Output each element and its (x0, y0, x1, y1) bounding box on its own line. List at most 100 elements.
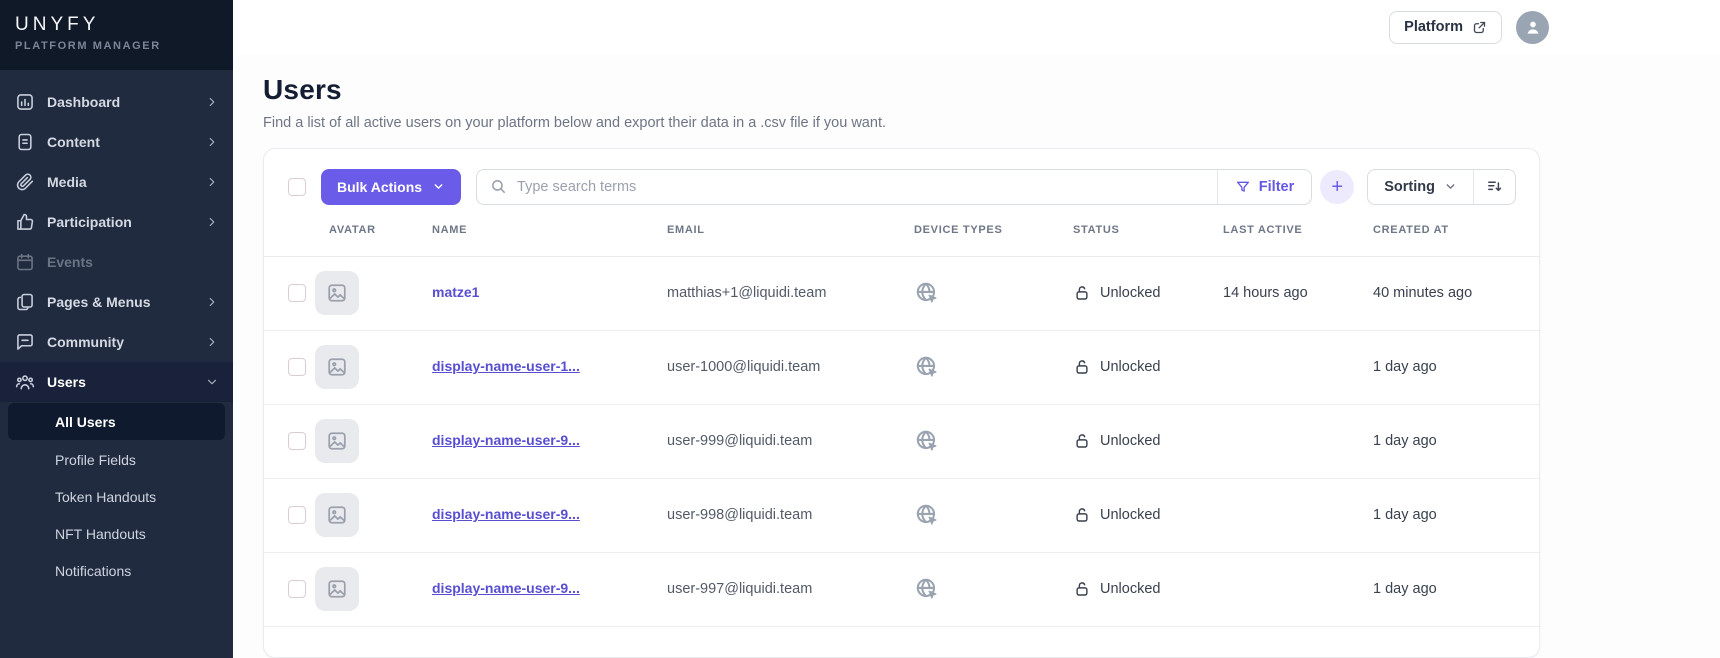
image-icon (326, 430, 348, 452)
plus-icon: + (1331, 177, 1343, 197)
external-link-icon (1472, 20, 1487, 35)
sidebar-item-label: Pages & Menus (47, 294, 205, 310)
user-name-link[interactable]: display-name-user-9... (432, 432, 580, 448)
sidebar-item-content[interactable]: Content (0, 122, 233, 162)
chevron-right-icon (205, 295, 219, 309)
sidebar-subitem-all-users[interactable]: All Users (8, 403, 225, 440)
sidebar-subitem-notifications[interactable]: Notifications (8, 552, 225, 589)
main-content: Platform Users Find a list of all active… (233, 0, 1720, 658)
platform-button[interactable]: Platform (1389, 11, 1502, 44)
lock-open-icon (1073, 506, 1091, 524)
users-group-icon (15, 372, 35, 392)
status-cell: Unlocked (1073, 358, 1223, 376)
user-name-link[interactable]: display-name-user-9... (432, 580, 580, 596)
filter-label: Filter (1259, 179, 1294, 195)
chevron-right-icon (205, 215, 219, 229)
select-all-checkbox[interactable] (288, 178, 306, 196)
chevron-down-icon (205, 375, 219, 389)
table-row: matze1 matthias+1@liquidi.team Unlocked … (264, 257, 1539, 331)
lock-open-icon (1073, 432, 1091, 450)
sidebar-subitem-profile-fields[interactable]: Profile Fields (8, 441, 225, 478)
sidebar-item-community[interactable]: Community (0, 322, 233, 362)
column-header-device-types: Device Types (914, 224, 1073, 236)
column-header-created-at: Created At (1373, 224, 1515, 236)
funnel-icon (1235, 179, 1251, 195)
sidebar-item-users[interactable]: Users (0, 362, 233, 402)
lock-open-icon (1073, 580, 1091, 598)
user-email: user-999@liquidi.team (667, 433, 914, 449)
status-cell: Unlocked (1073, 580, 1223, 598)
web-device-icon (914, 354, 940, 380)
sidebar-item-label: Media (47, 174, 205, 190)
sidebar-item-dashboard[interactable]: Dashboard (0, 82, 233, 122)
calendar-icon (15, 252, 35, 272)
avatar-placeholder (315, 271, 359, 315)
sidebar-item-media[interactable]: Media (0, 162, 233, 202)
sort-descending-icon (1486, 178, 1503, 195)
column-header-avatar: Avatar (315, 224, 432, 236)
status-cell: Unlocked (1073, 284, 1223, 302)
row-checkbox[interactable] (288, 580, 306, 598)
user-avatar[interactable] (1516, 11, 1549, 44)
page-header: Users Find a list of all active users on… (233, 55, 1720, 131)
created-at-text: 1 day ago (1373, 581, 1515, 597)
chevron-down-icon (432, 180, 445, 193)
table-row: display-name-user-1... user-1000@liquidi… (264, 331, 1539, 405)
add-button[interactable]: + (1320, 170, 1354, 204)
sidebar: UNYFY PLATFORM MANAGER Dashboard Content… (0, 0, 233, 658)
sidebar-menu: Dashboard Content Media Participation Ev… (0, 70, 233, 589)
created-at-text: 1 day ago (1373, 507, 1515, 523)
user-email: user-997@liquidi.team (667, 581, 914, 597)
brand-title: UNYFY (15, 14, 233, 36)
filter-button[interactable]: Filter (1217, 170, 1311, 204)
search-input[interactable] (517, 179, 1217, 195)
sidebar-subitem-label: Token Handouts (55, 489, 156, 505)
platform-button-label: Platform (1404, 19, 1463, 35)
lock-open-icon (1073, 284, 1091, 302)
sidebar-subitem-label: Notifications (55, 563, 131, 579)
sidebar-item-participation[interactable]: Participation (0, 202, 233, 242)
avatar-placeholder (315, 567, 359, 611)
document-icon (15, 132, 35, 152)
row-checkbox[interactable] (288, 432, 306, 450)
page-subtitle: Find a list of all active users on your … (263, 115, 1720, 131)
user-name-link[interactable]: matze1 (432, 284, 479, 300)
sidebar-item-label: Users (47, 374, 205, 390)
sidebar-item-label: Participation (47, 214, 205, 230)
paperclip-icon (15, 172, 35, 192)
pages-icon (15, 292, 35, 312)
row-checkbox[interactable] (288, 358, 306, 376)
sidebar-item-pages-menus[interactable]: Pages & Menus (0, 282, 233, 322)
sidebar-subitem-label: All Users (55, 414, 116, 430)
created-at-text: 1 day ago (1373, 433, 1515, 449)
table-row: display-name-user-9... user-997@liquidi.… (264, 553, 1539, 627)
web-device-icon (914, 428, 940, 454)
chevron-right-icon (205, 135, 219, 149)
row-checkbox[interactable] (288, 506, 306, 524)
status-text: Unlocked (1100, 359, 1160, 375)
image-icon (326, 282, 348, 304)
sidebar-subitem-nft-handouts[interactable]: NFT Handouts (8, 515, 225, 552)
bulk-actions-label: Bulk Actions (337, 179, 422, 195)
web-device-icon (914, 576, 940, 602)
sort-direction-button[interactable] (1473, 170, 1515, 204)
column-header-last-active: Last Active (1223, 224, 1373, 236)
column-header-name: Name (432, 224, 667, 236)
sidebar-item-label: Dashboard (47, 94, 205, 110)
sidebar-subitem-token-handouts[interactable]: Token Handouts (8, 478, 225, 515)
user-name-link[interactable]: display-name-user-9... (432, 506, 580, 522)
bulk-actions-button[interactable]: Bulk Actions (321, 169, 461, 205)
brand-subtitle: PLATFORM MANAGER (15, 40, 233, 52)
topbar: Platform (233, 0, 1720, 55)
status-text: Unlocked (1100, 507, 1160, 523)
sidebar-item-label: Events (47, 254, 219, 270)
sorting-dropdown[interactable]: Sorting (1368, 170, 1473, 204)
web-device-icon (914, 280, 940, 306)
row-checkbox[interactable] (288, 284, 306, 302)
sidebar-item-events[interactable]: Events (0, 242, 233, 282)
table-row: display-name-user-9... user-998@liquidi.… (264, 479, 1539, 553)
status-text: Unlocked (1100, 285, 1160, 301)
user-name-link[interactable]: display-name-user-1... (432, 358, 580, 374)
chevron-right-icon (205, 95, 219, 109)
sorting-group: Sorting (1367, 169, 1516, 205)
